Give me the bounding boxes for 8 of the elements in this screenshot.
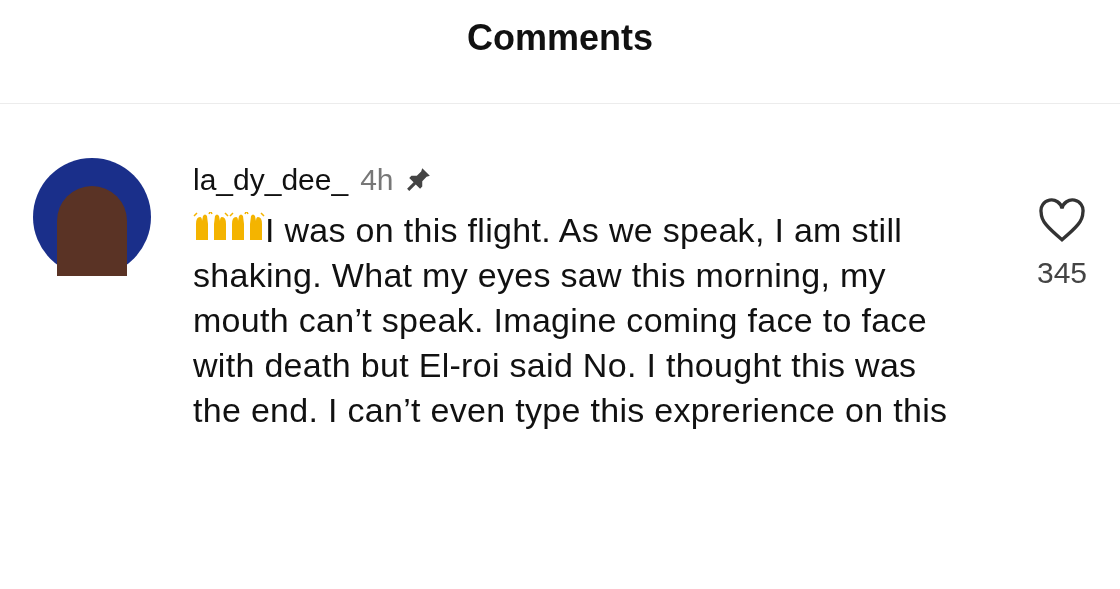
raised-hands-icon bbox=[193, 212, 229, 242]
username[interactable]: la_dy_dee_ bbox=[193, 156, 349, 202]
comment-text: I was on this flight. As we speak, I am still shaking. What my eyes saw this morning, my mouth can’t speak. Imagine coming face to face with death but El-roi said No. I thought this was the end. I can’t even type this exprerience on this bbox=[193, 210, 949, 431]
page-title: Comments bbox=[467, 15, 653, 60]
like-count: 345 bbox=[1036, 255, 1088, 291]
raised-hands-icon bbox=[229, 212, 265, 242]
comment-time: 4h bbox=[360, 161, 394, 198]
heart-icon[interactable] bbox=[1037, 198, 1087, 244]
